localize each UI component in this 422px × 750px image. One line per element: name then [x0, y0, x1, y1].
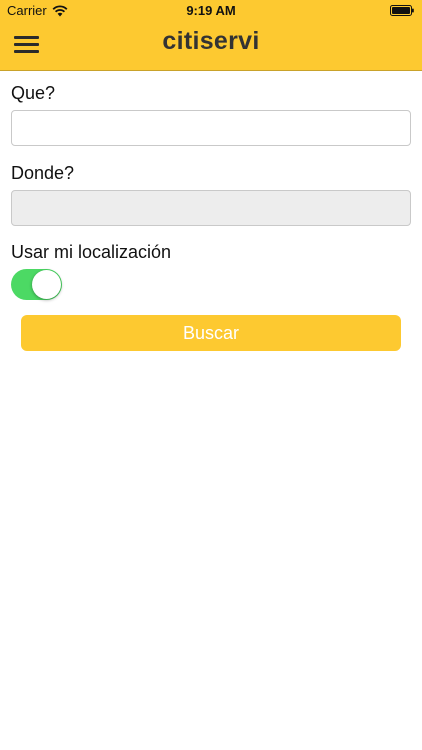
app-title: citiservi: [162, 27, 260, 55]
battery-icon: [390, 5, 414, 16]
que-input[interactable]: [11, 110, 411, 146]
donde-label: Donde?: [11, 163, 75, 183]
use-location-label: Usar mi localización: [11, 242, 172, 262]
search-button[interactable]: Buscar: [21, 315, 401, 351]
use-location-toggle[interactable]: [11, 269, 62, 300]
donde-input[interactable]: [11, 190, 411, 226]
status-bar: Carrier 9:19 AM: [0, 0, 422, 22]
que-label: Que?: [11, 83, 56, 103]
status-time: 9:19 AM: [186, 3, 236, 18]
app-screen: Carrier 9:19 AM citiservi Que? Donde? Us…: [0, 0, 422, 750]
top-bar: Carrier 9:19 AM citiservi: [0, 0, 422, 71]
nav-bar: citiservi: [0, 22, 422, 70]
toggle-knob: [32, 270, 61, 299]
